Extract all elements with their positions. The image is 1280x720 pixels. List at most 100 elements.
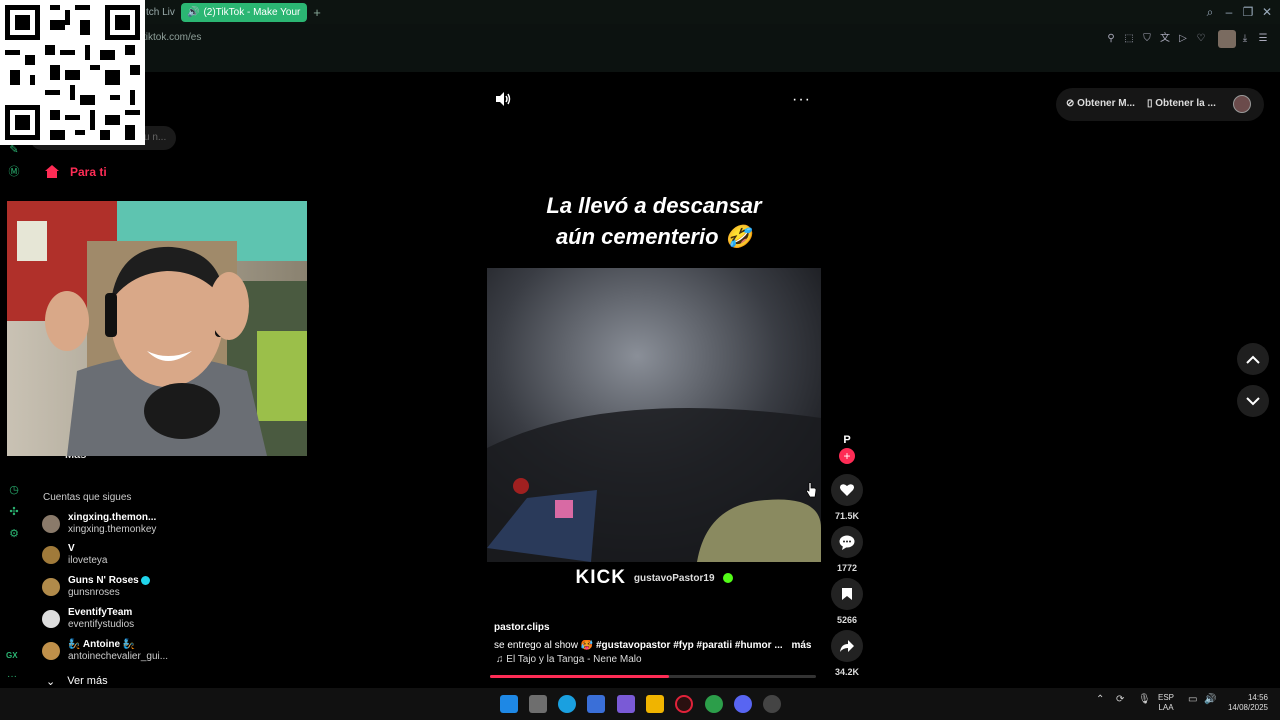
video-frame-image (487, 268, 821, 562)
music-link[interactable]: ♫ El Tajo y la Tanga - Nene Malo (496, 654, 642, 665)
url-field[interactable]: tiktok.com/es (143, 32, 201, 43)
tab-tiktok[interactable]: 🔊 (2)TikTok - Make Your (181, 3, 307, 22)
language-code: ESP (1158, 693, 1175, 702)
chevron-up-icon (1246, 355, 1260, 364)
close-icon[interactable]: ✕ (1259, 4, 1275, 20)
follow-button[interactable]: + (839, 448, 855, 464)
play-icon[interactable]: ▷ (1176, 32, 1190, 46)
search-icon[interactable]: ⌕ (1202, 4, 1218, 20)
verified-badge-icon (722, 573, 733, 583)
account-handle: xingxing.themonkey (68, 524, 157, 535)
comment-icon (839, 535, 855, 550)
avatar (42, 642, 60, 660)
language-indicator[interactable]: ESP LAA (1158, 693, 1174, 713)
like-button[interactable] (831, 474, 863, 506)
pin-icon[interactable]: ⚲ (1104, 32, 1118, 46)
messenger-icon[interactable]: Ⓜ (7, 165, 21, 179)
discord-icon[interactable] (734, 695, 752, 713)
clock-time: 14:56 (1247, 693, 1268, 702)
avatar (42, 546, 60, 564)
edge-icon[interactable] (558, 695, 576, 713)
file-explorer-icon[interactable] (646, 695, 664, 713)
windows-start-icon[interactable] (500, 695, 518, 713)
store-icon[interactable] (587, 695, 605, 713)
steam-icon[interactable] (763, 695, 781, 713)
volume-button[interactable] (494, 91, 512, 107)
comment-button[interactable] (831, 526, 863, 558)
video-description: se entrego al show 🥵 #gustavopastor #fyp… (494, 640, 814, 651)
share-count: 34.2K (834, 667, 860, 677)
speaker-icon: 🔊 (187, 7, 200, 18)
display-icon[interactable]: ▭ (1188, 694, 1197, 705)
plus-icon: + (843, 449, 851, 463)
gx-label: GX (6, 651, 18, 660)
minimize-icon[interactable]: – (1221, 4, 1237, 20)
list-item[interactable]: Guns N' Roses gunsnroses (42, 573, 222, 601)
next-video-button[interactable] (1237, 385, 1269, 417)
extensions-icon[interactable]: ✣ (7, 505, 21, 519)
bookmark-icon (842, 588, 852, 600)
account-name: 🧞 Antoine 🧞 (68, 639, 136, 650)
share-button[interactable] (831, 630, 863, 662)
kick-watermark: KICK gustavoPastor19 (487, 566, 821, 590)
hand-cursor-icon (806, 482, 817, 498)
notes-icon[interactable]: ✎ (7, 143, 21, 157)
video-player[interactable] (487, 268, 821, 562)
list-item[interactable]: 🧞 Antoine 🧞 antoinechevalier_gui... (42, 637, 222, 665)
video-more-button[interactable]: ··· (792, 91, 811, 109)
profile-avatar[interactable] (1233, 95, 1251, 113)
caption-line: La llevó a descansar (546, 193, 762, 218)
account-handle: gunsnroses (68, 587, 120, 598)
copilot-icon[interactable] (617, 695, 635, 713)
webcam-overlay (7, 201, 307, 456)
new-tab-button[interactable]: + (310, 3, 324, 22)
qr-code-icon (0, 0, 145, 145)
get-app-button[interactable]: ⊘ Obtener M... (1066, 98, 1135, 109)
volume-icon (496, 92, 511, 106)
webcam-person-image (7, 201, 307, 456)
description-text: se entrego al show 🥵 (494, 640, 594, 651)
restore-icon[interactable]: ❐ (1240, 4, 1256, 20)
taskbar-clock[interactable]: 14:56 14/08/2025 (1222, 693, 1268, 713)
translate-icon[interactable]: 文 (1158, 32, 1172, 46)
screenshot-icon[interactable]: ⬚ (1122, 32, 1136, 46)
chrome-icon[interactable] (705, 695, 723, 713)
hashtags[interactable]: #gustavopastor #fyp #paratii #humor ... (596, 640, 783, 651)
task-view-icon[interactable] (529, 695, 547, 713)
menu-icon[interactable]: ☰ (1256, 32, 1270, 46)
history-icon[interactable]: ◷ (7, 483, 21, 497)
download-icon[interactable]: ⤓ (1238, 32, 1252, 46)
kick-logo: KICK (575, 567, 626, 588)
avatar (42, 578, 60, 596)
see-more-button[interactable]: ⌄ Ver más (46, 675, 108, 688)
account-name: EventifyTeam (68, 607, 133, 618)
heart-icon[interactable]: ♡ (1194, 32, 1208, 46)
like-count: 71.5K (834, 511, 860, 521)
shield-icon[interactable]: ⛉ (1140, 32, 1154, 46)
opera-gx-icon[interactable] (675, 695, 693, 713)
video-progress-bar[interactable] (490, 675, 816, 678)
get-app-label: Obtener M... (1077, 98, 1135, 109)
tray-chevron-up-icon[interactable]: ⌃ (1096, 694, 1104, 705)
save-count: 5266 (836, 615, 858, 625)
list-item[interactable]: EventifyTeam eventifystudios (42, 605, 222, 633)
settings-gear-icon[interactable]: ⚙ (7, 527, 21, 541)
list-item[interactable]: xingxing.themon... xingxing.themonkey (42, 510, 222, 538)
speaker-icon[interactable]: 🔊 (1204, 694, 1216, 705)
tab-label: (2)TikTok - Make Your (203, 7, 301, 18)
get-mobile-app-button[interactable]: ▯ Obtener la ... (1147, 98, 1216, 109)
save-button[interactable] (831, 578, 863, 610)
previous-video-button[interactable] (1237, 343, 1269, 375)
video-author-link[interactable]: pastor.clips (494, 622, 550, 633)
sync-icon[interactable]: ⟳ (1116, 694, 1124, 705)
kick-username: gustavoPastor19 (633, 572, 715, 584)
more-dots-icon: ··· (792, 91, 811, 108)
microphone-icon[interactable]: 🎙 (1138, 694, 1151, 705)
creator-avatar[interactable]: P (838, 434, 856, 446)
more-link[interactable]: más (791, 640, 811, 651)
profile-avatar-browser[interactable] (1218, 30, 1236, 48)
list-item[interactable]: Viloveteya (42, 541, 222, 569)
nav-para-ti[interactable]: Para ti (44, 164, 107, 179)
tab-twitch[interactable]: tch Liv (140, 3, 178, 22)
more-dots-icon[interactable]: ··· (7, 671, 17, 682)
